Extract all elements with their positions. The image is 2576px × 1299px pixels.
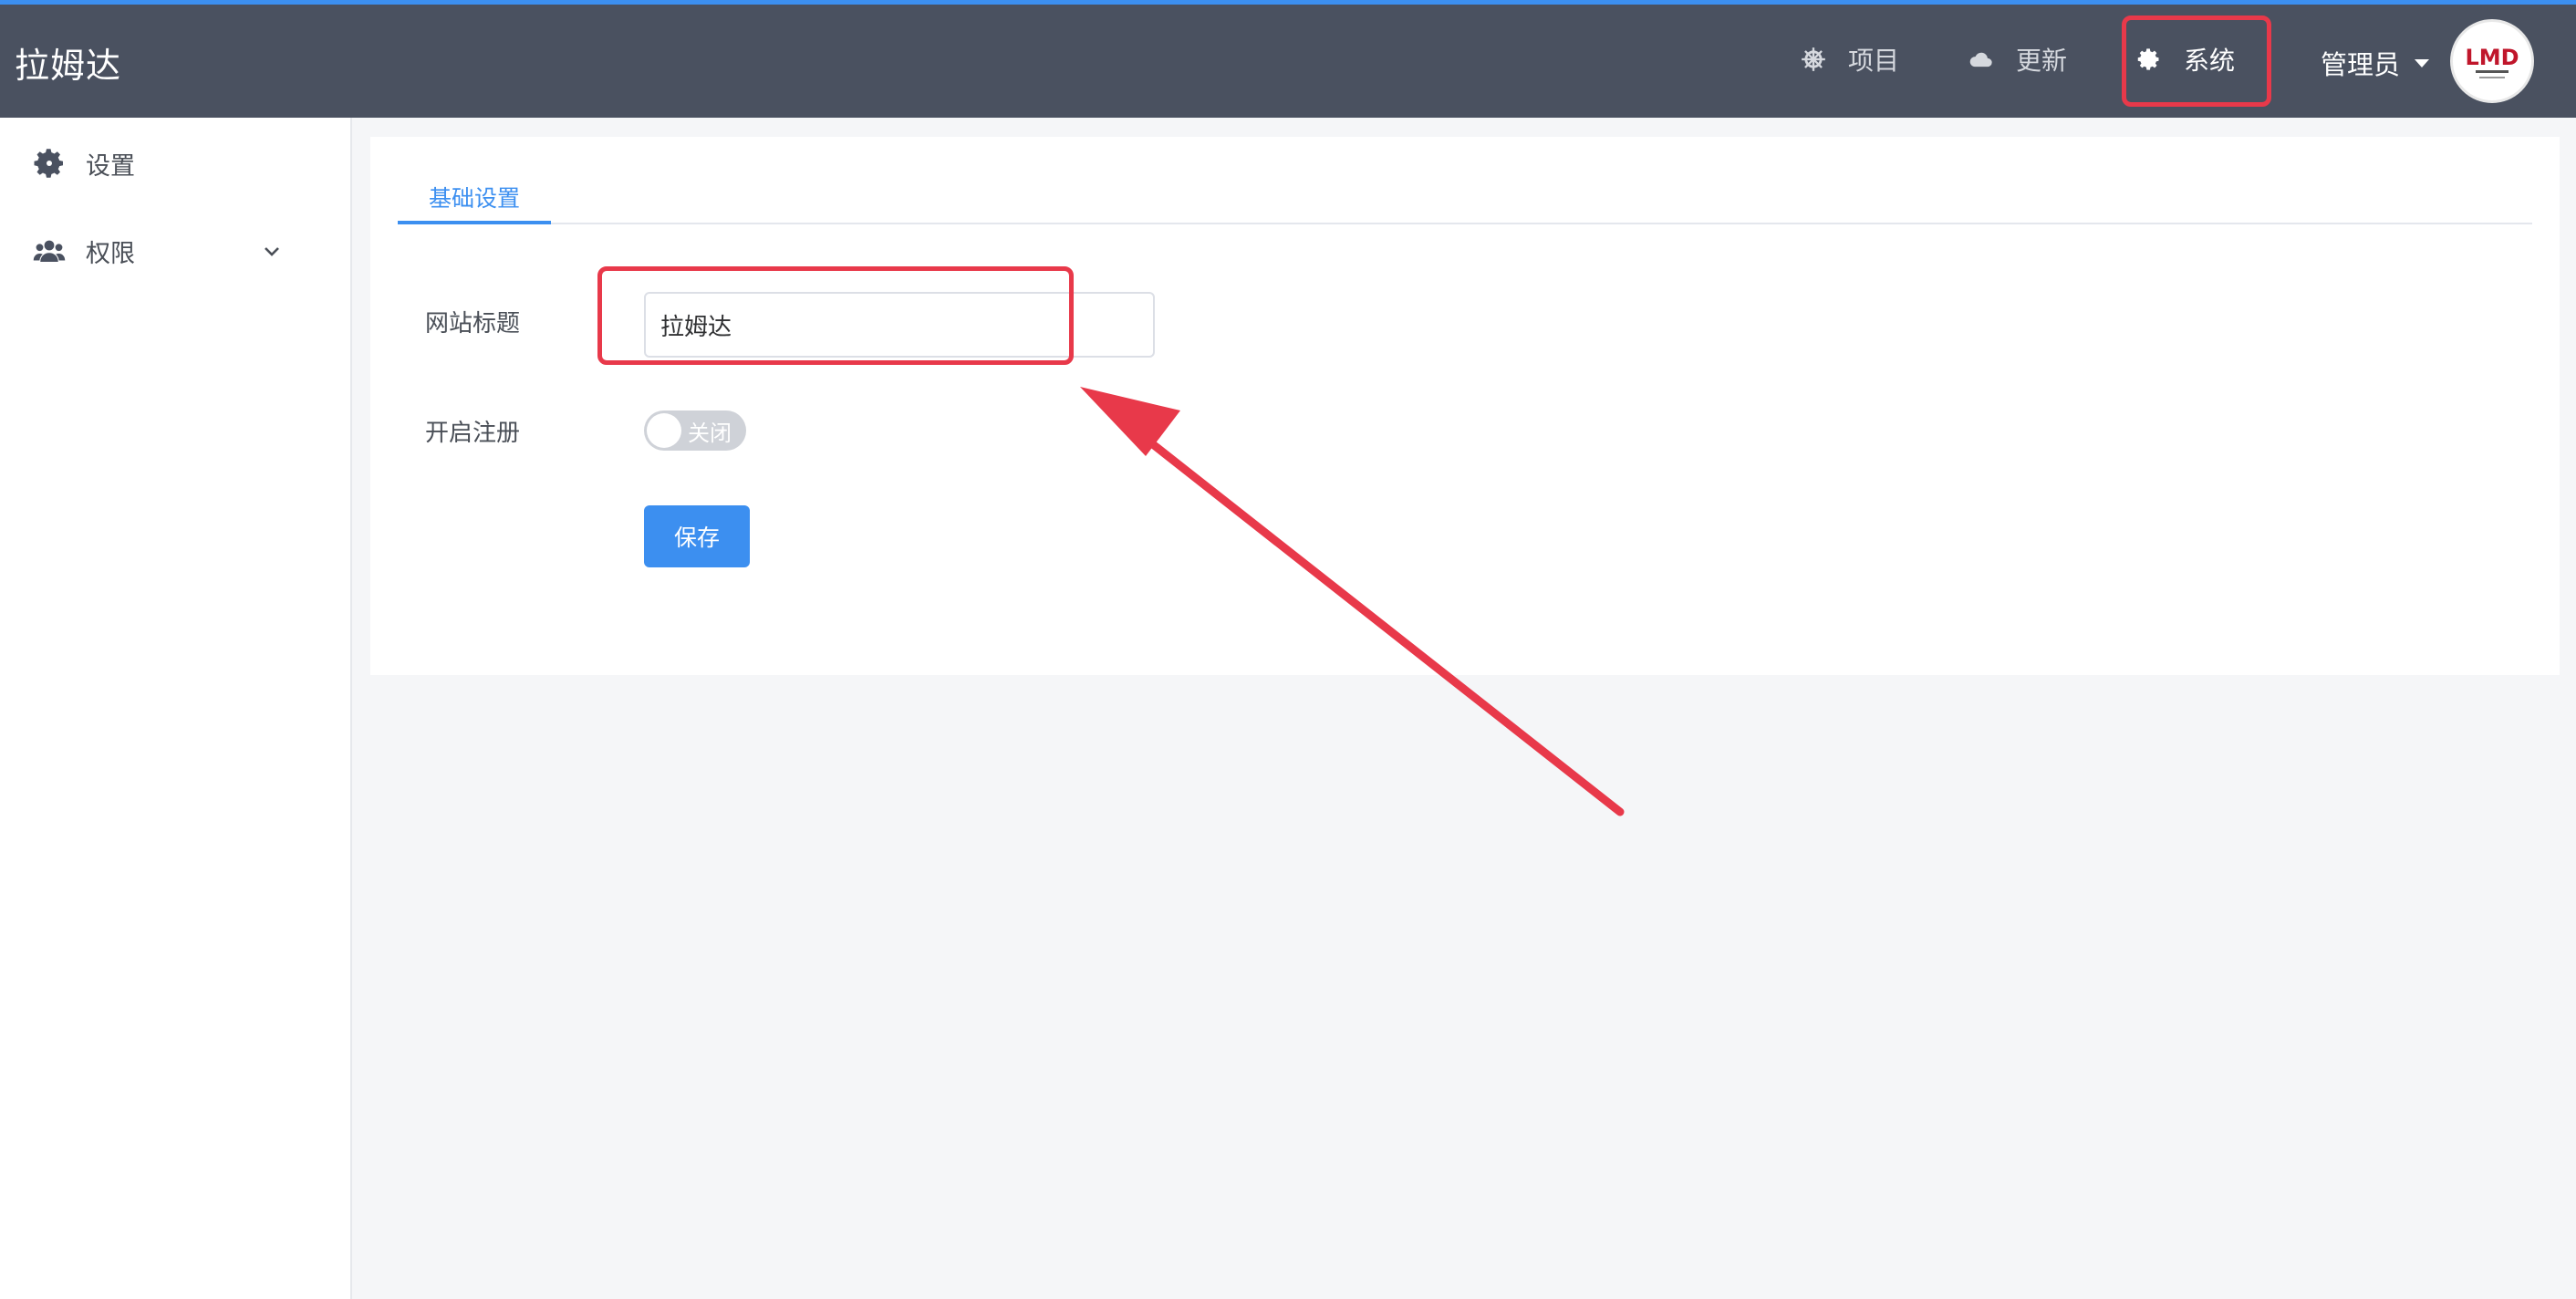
tab-basic-settings[interactable]: 基础设置 [398, 177, 551, 224]
site-title-label: 网站标题 [425, 310, 521, 338]
nav-system[interactable]: 系统 [2136, 37, 2235, 81]
brand-title[interactable]: 拉姆达 [15, 37, 121, 88]
user-menu[interactable]: 管理员 [2321, 41, 2430, 85]
sidebar-item-label: 设置 [86, 151, 135, 181]
avatar-logo-text: LMD [2465, 45, 2519, 70]
avatar[interactable]: LMD [2450, 19, 2534, 103]
cloud-icon [1969, 52, 1992, 68]
sidebar: 设置 权限 [0, 118, 352, 1299]
lmd-logo-icon: LMD [2465, 45, 2519, 78]
user-name: 管理员 [2321, 49, 2401, 80]
sidebar-item-label: 权限 [86, 239, 135, 268]
top-navbar: 拉姆达 项目 更新 系统 管理员 LMD [0, 5, 2576, 118]
users-icon [33, 240, 66, 262]
nav-system-label: 系统 [2184, 46, 2236, 76]
nav-update-label: 更新 [2016, 46, 2068, 76]
toggle-knob [647, 413, 681, 448]
caret-down-icon [2415, 58, 2430, 68]
settings-panel: 基础设置 网站标题 开启注册 关闭 保存 [370, 137, 2560, 675]
toggle-state-text: 关闭 [688, 421, 732, 446]
ship-wheel-icon [1802, 47, 1825, 71]
register-toggle[interactable]: 关闭 [644, 410, 746, 451]
gear-icon [34, 149, 63, 178]
nav-project[interactable]: 项目 [1801, 37, 1899, 81]
sidebar-item-permissions[interactable]: 权限 [33, 229, 297, 273]
register-label: 开启注册 [425, 420, 521, 447]
nav-update[interactable]: 更新 [1968, 37, 2067, 81]
sidebar-item-settings[interactable]: 设置 [33, 141, 135, 185]
site-title-input[interactable] [644, 292, 1155, 358]
save-button[interactable]: 保存 [644, 505, 750, 567]
tab-bar: 基础设置 [398, 177, 2532, 224]
chevron-down-icon[interactable] [261, 240, 283, 262]
nav-project-label: 项目 [1848, 46, 1900, 76]
gear-icon [2137, 48, 2159, 70]
